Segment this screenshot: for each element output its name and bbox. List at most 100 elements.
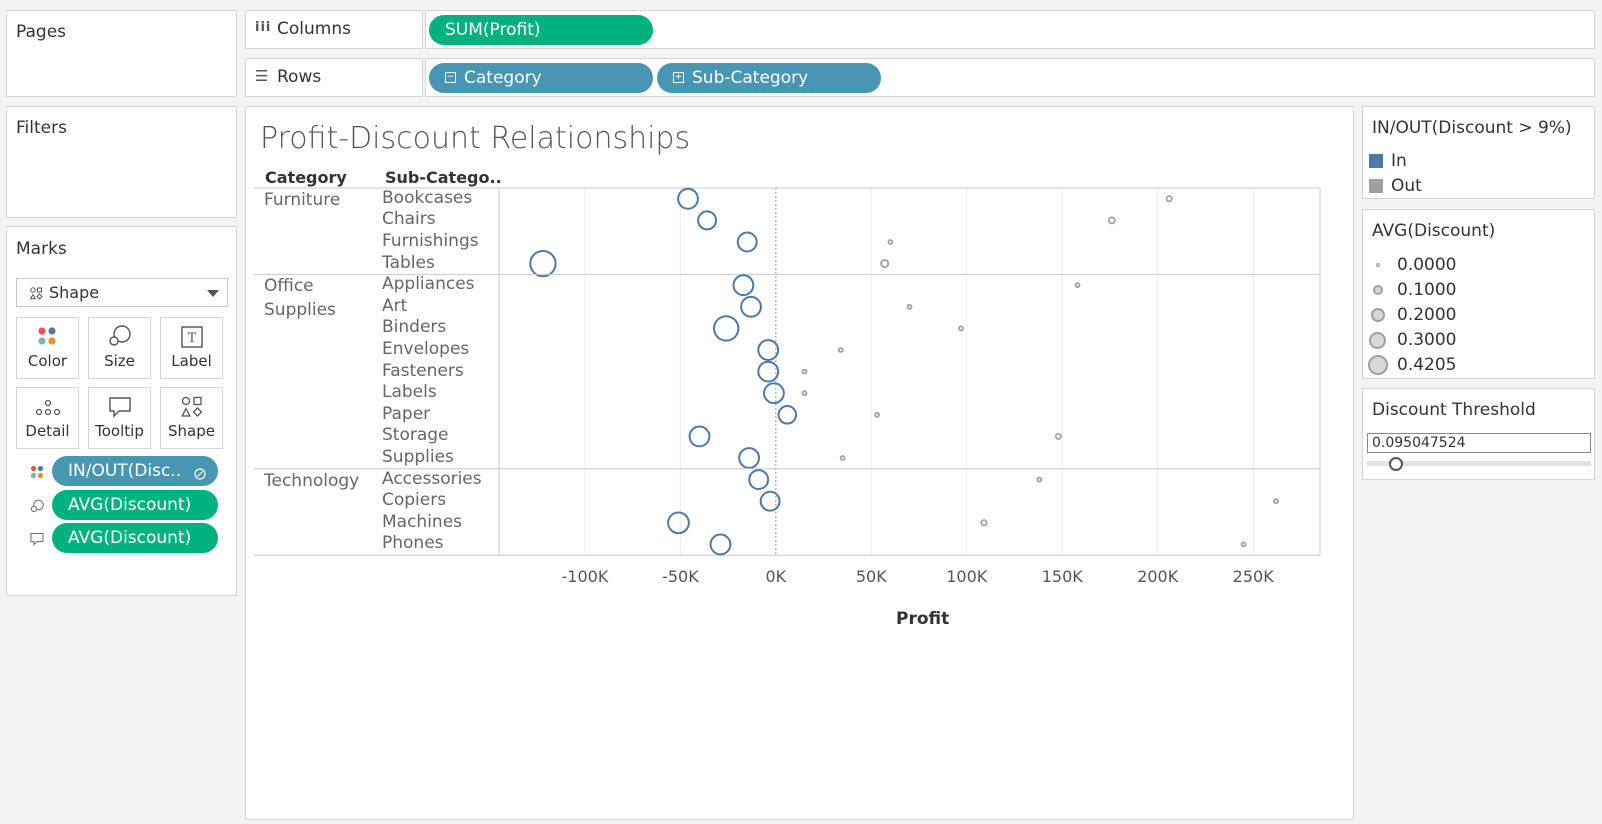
shape-icon <box>29 285 43 304</box>
size-circle-1 <box>1373 285 1383 295</box>
in-point <box>713 315 740 342</box>
pill-category[interactable]: − Category <box>429 63 653 93</box>
size-label-3: 0.3000 <box>1397 330 1457 350</box>
pages-shelf[interactable]: Pages <box>6 10 237 97</box>
collapse-icon[interactable]: − <box>445 71 456 83</box>
x-tick-label: 150K <box>1042 567 1084 586</box>
marks-title: Marks <box>16 239 67 259</box>
size-circle-2 <box>1371 308 1385 322</box>
shape-button[interactable]: Shape <box>160 387 223 449</box>
tooltip-icon <box>108 397 131 418</box>
out-point <box>1108 216 1116 225</box>
scatter-chart: -100K -50K 0K 50K 100K 150K 200K 250K <box>254 187 1321 586</box>
out-point <box>1054 432 1062 440</box>
parameter-title: Discount Threshold <box>1372 400 1536 420</box>
text-icon: T <box>180 326 203 348</box>
detail-icon <box>35 399 60 416</box>
legend-item-out[interactable]: Out <box>1369 176 1422 196</box>
mark-type-label: Shape <box>49 283 100 302</box>
in-point <box>748 469 770 491</box>
out-point <box>906 303 913 310</box>
out-point <box>837 347 844 353</box>
legend-item-in[interactable]: In <box>1369 151 1407 171</box>
columns-shelf-label-area: iii Columns <box>245 10 423 49</box>
rows-label: Rows <box>277 67 322 87</box>
tooltip-field-icon <box>30 531 44 550</box>
out-swatch <box>1369 179 1383 193</box>
color-field-icon <box>30 464 44 483</box>
in-point <box>740 295 762 318</box>
expand-icon[interactable]: + <box>673 71 684 83</box>
filters-title: Filters <box>16 118 67 138</box>
legend-in-label: In <box>1391 151 1407 171</box>
x-tick-label: 200K <box>1137 567 1179 586</box>
filters-shelf[interactable]: Filters <box>6 106 237 218</box>
legend-out-label: Out <box>1391 176 1422 196</box>
size-circle-3 <box>1369 332 1386 349</box>
columns-icon: iii <box>255 20 272 35</box>
tooltip-button[interactable]: Tooltip <box>88 387 151 449</box>
size-button[interactable]: Size <box>88 317 151 379</box>
x-tick-label: -50K <box>662 567 699 586</box>
out-point <box>1165 195 1173 203</box>
tooltip-label: Tooltip <box>95 422 144 440</box>
rows-icon: ☰ <box>255 67 269 85</box>
threshold-input[interactable] <box>1367 433 1591 453</box>
out-point <box>1036 476 1043 483</box>
out-point <box>880 259 890 269</box>
svg-text:T: T <box>187 331 196 346</box>
out-point <box>1074 282 1081 289</box>
color-legend-title: IN/OUT(Discount > 9%) <box>1372 118 1572 138</box>
out-point <box>980 519 988 527</box>
pill-avg-discount-tooltip[interactable]: AVG(Discount) <box>52 523 218 553</box>
pill-in-out-label: IN/OUT(Disc.. <box>68 461 182 481</box>
in-point <box>732 274 755 297</box>
shape-label: Shape <box>168 422 215 440</box>
color-label: Color <box>27 352 68 370</box>
out-point <box>801 368 808 375</box>
x-tick-label: 50K <box>856 567 887 586</box>
color-legend: IN/OUT(Discount > 9%) In Out <box>1362 106 1595 199</box>
chevron-down-icon <box>207 290 219 297</box>
threshold-slider-handle[interactable] <box>1389 457 1403 471</box>
size-label-0: 0.0000 <box>1397 255 1457 275</box>
pill-sub-category[interactable]: + Sub-Category <box>657 63 881 93</box>
link-icon <box>194 465 206 485</box>
size-label-4: 0.4205 <box>1397 355 1457 375</box>
in-point <box>677 187 699 210</box>
size-circle-4 <box>1368 355 1388 375</box>
in-point <box>697 210 718 231</box>
detail-label: Detail <box>25 422 70 440</box>
in-point <box>738 447 761 469</box>
out-point <box>958 325 964 332</box>
mark-type-dropdown[interactable]: Shape <box>16 278 228 307</box>
pill-sub-category-label: Sub-Category <box>692 68 809 88</box>
columns-shelf[interactable]: SUM(Profit) <box>425 10 1595 49</box>
view-area: Profit-Discount Relationships Category S… <box>245 106 1354 820</box>
rows-shelf[interactable]: − Category + Sub-Category <box>425 58 1595 97</box>
size-legend-title: AVG(Discount) <box>1372 221 1496 241</box>
in-point <box>757 360 780 383</box>
label-button[interactable]: T Label <box>160 317 223 379</box>
pill-avg-discount-size[interactable]: AVG(Discount) <box>52 490 218 520</box>
x-tick-label: 250K <box>1233 567 1275 586</box>
pill-in-out-discount[interactable]: IN/OUT(Disc.. <box>52 456 218 486</box>
x-tick-label: 100K <box>946 567 988 586</box>
pill-sum-profit[interactable]: SUM(Profit) <box>429 15 653 45</box>
size-circle-0 <box>1376 263 1380 267</box>
detail-button[interactable]: Detail <box>16 387 79 449</box>
in-point <box>529 249 557 278</box>
size-field-icon <box>30 498 44 517</box>
color-button[interactable]: Color <box>16 317 79 379</box>
in-point <box>777 405 798 425</box>
size-label-2: 0.2000 <box>1397 305 1457 325</box>
out-point <box>801 390 808 397</box>
marks-card: Marks Shape Color Size T Label Detail To… <box>6 226 237 596</box>
size-label: Size <box>104 352 135 370</box>
in-point <box>757 339 780 361</box>
in-swatch <box>1369 154 1383 168</box>
out-point <box>887 239 894 245</box>
x-tick-label: 0K <box>766 567 787 586</box>
size-icon <box>108 325 131 346</box>
discount-threshold-parameter: Discount Threshold <box>1362 388 1595 480</box>
